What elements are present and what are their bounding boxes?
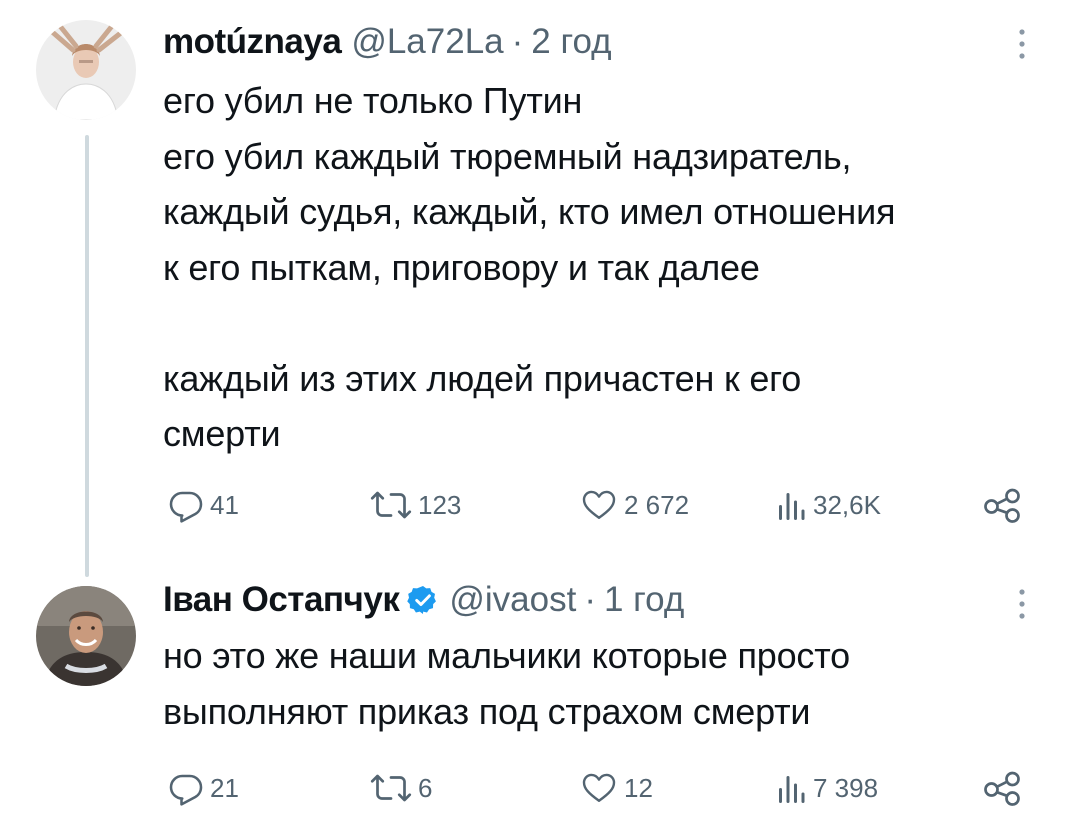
like-count: 12 <box>624 772 653 803</box>
like-button[interactable]: 2 672 <box>580 485 689 525</box>
reply-icon <box>169 774 203 806</box>
tweet-header: motúznaya @La72La · 2 год <box>163 20 612 64</box>
retweet-button[interactable]: 6 <box>370 768 432 808</box>
reply-icon <box>169 491 203 523</box>
reply-count: 21 <box>210 772 239 803</box>
separator-dot: · <box>511 22 524 61</box>
timestamp[interactable]: 1 год <box>604 580 684 620</box>
reply-button[interactable]: 21 <box>168 768 239 808</box>
share-button[interactable] <box>982 768 1022 808</box>
display-name[interactable]: motúznaya <box>163 22 342 62</box>
like-icon <box>582 490 616 519</box>
tweet-text-line: каждый из этих людей причастен к его <box>163 357 802 399</box>
timestamp[interactable]: 2 год <box>531 22 611 62</box>
tweet-text-line: его убил каждый тюремный надзиратель, <box>163 135 852 177</box>
reply-button[interactable]: 41 <box>168 485 239 525</box>
verified-icon <box>407 584 439 616</box>
like-button[interactable]: 12 <box>580 768 653 808</box>
retweet-icon <box>370 774 412 802</box>
views-button[interactable]: 7 398 <box>775 768 878 808</box>
retweet-icon <box>370 491 412 519</box>
tweet-text-line: его убил не только Путин <box>163 80 583 121</box>
share-icon <box>984 488 1020 523</box>
tweet-text-line: каждый судья, каждый, кто имел отношения <box>163 191 896 232</box>
tweet-header: Іван Остапчук @ivaost · 1 год <box>163 578 684 622</box>
user-handle[interactable]: @La72La <box>351 22 503 62</box>
views-button[interactable]: 32,6K <box>775 485 881 525</box>
separator-dot: · <box>584 580 596 619</box>
like-count: 2 672 <box>624 489 690 520</box>
reply-count: 41 <box>210 489 239 520</box>
more-icon[interactable] <box>1015 587 1029 621</box>
views-icon <box>779 776 805 803</box>
retweet-count: 6 <box>418 772 433 803</box>
like-icon <box>582 773 616 802</box>
tweet-text-line: выполняют приказ под страхом смерти <box>163 690 811 732</box>
thread-connector-line <box>85 135 89 577</box>
tweet-text: но это же наши мальчики которые просто в… <box>163 628 1063 739</box>
views-count: 7 398 <box>813 772 879 803</box>
share-button[interactable] <box>982 485 1022 525</box>
tweet-text-line: к его пыткам, приговору и так далее <box>163 246 760 288</box>
avatar[interactable] <box>36 586 136 686</box>
tweet-text: его убил не только Путин его убил каждый… <box>163 73 1063 462</box>
display-name[interactable]: Іван Остапчук <box>163 580 400 620</box>
tweet-text-line: но это же наши мальчики которые просто <box>163 635 850 676</box>
share-icon <box>984 771 1020 806</box>
retweet-button[interactable]: 123 <box>370 485 461 525</box>
avatar[interactable] <box>36 20 136 120</box>
tweet-text-line: смерти <box>163 413 281 454</box>
views-icon <box>779 493 805 520</box>
views-count: 32,6K <box>813 489 881 520</box>
retweet-count: 123 <box>418 489 462 520</box>
user-handle[interactable]: @ivaost <box>449 580 576 620</box>
more-icon[interactable] <box>1015 27 1029 61</box>
